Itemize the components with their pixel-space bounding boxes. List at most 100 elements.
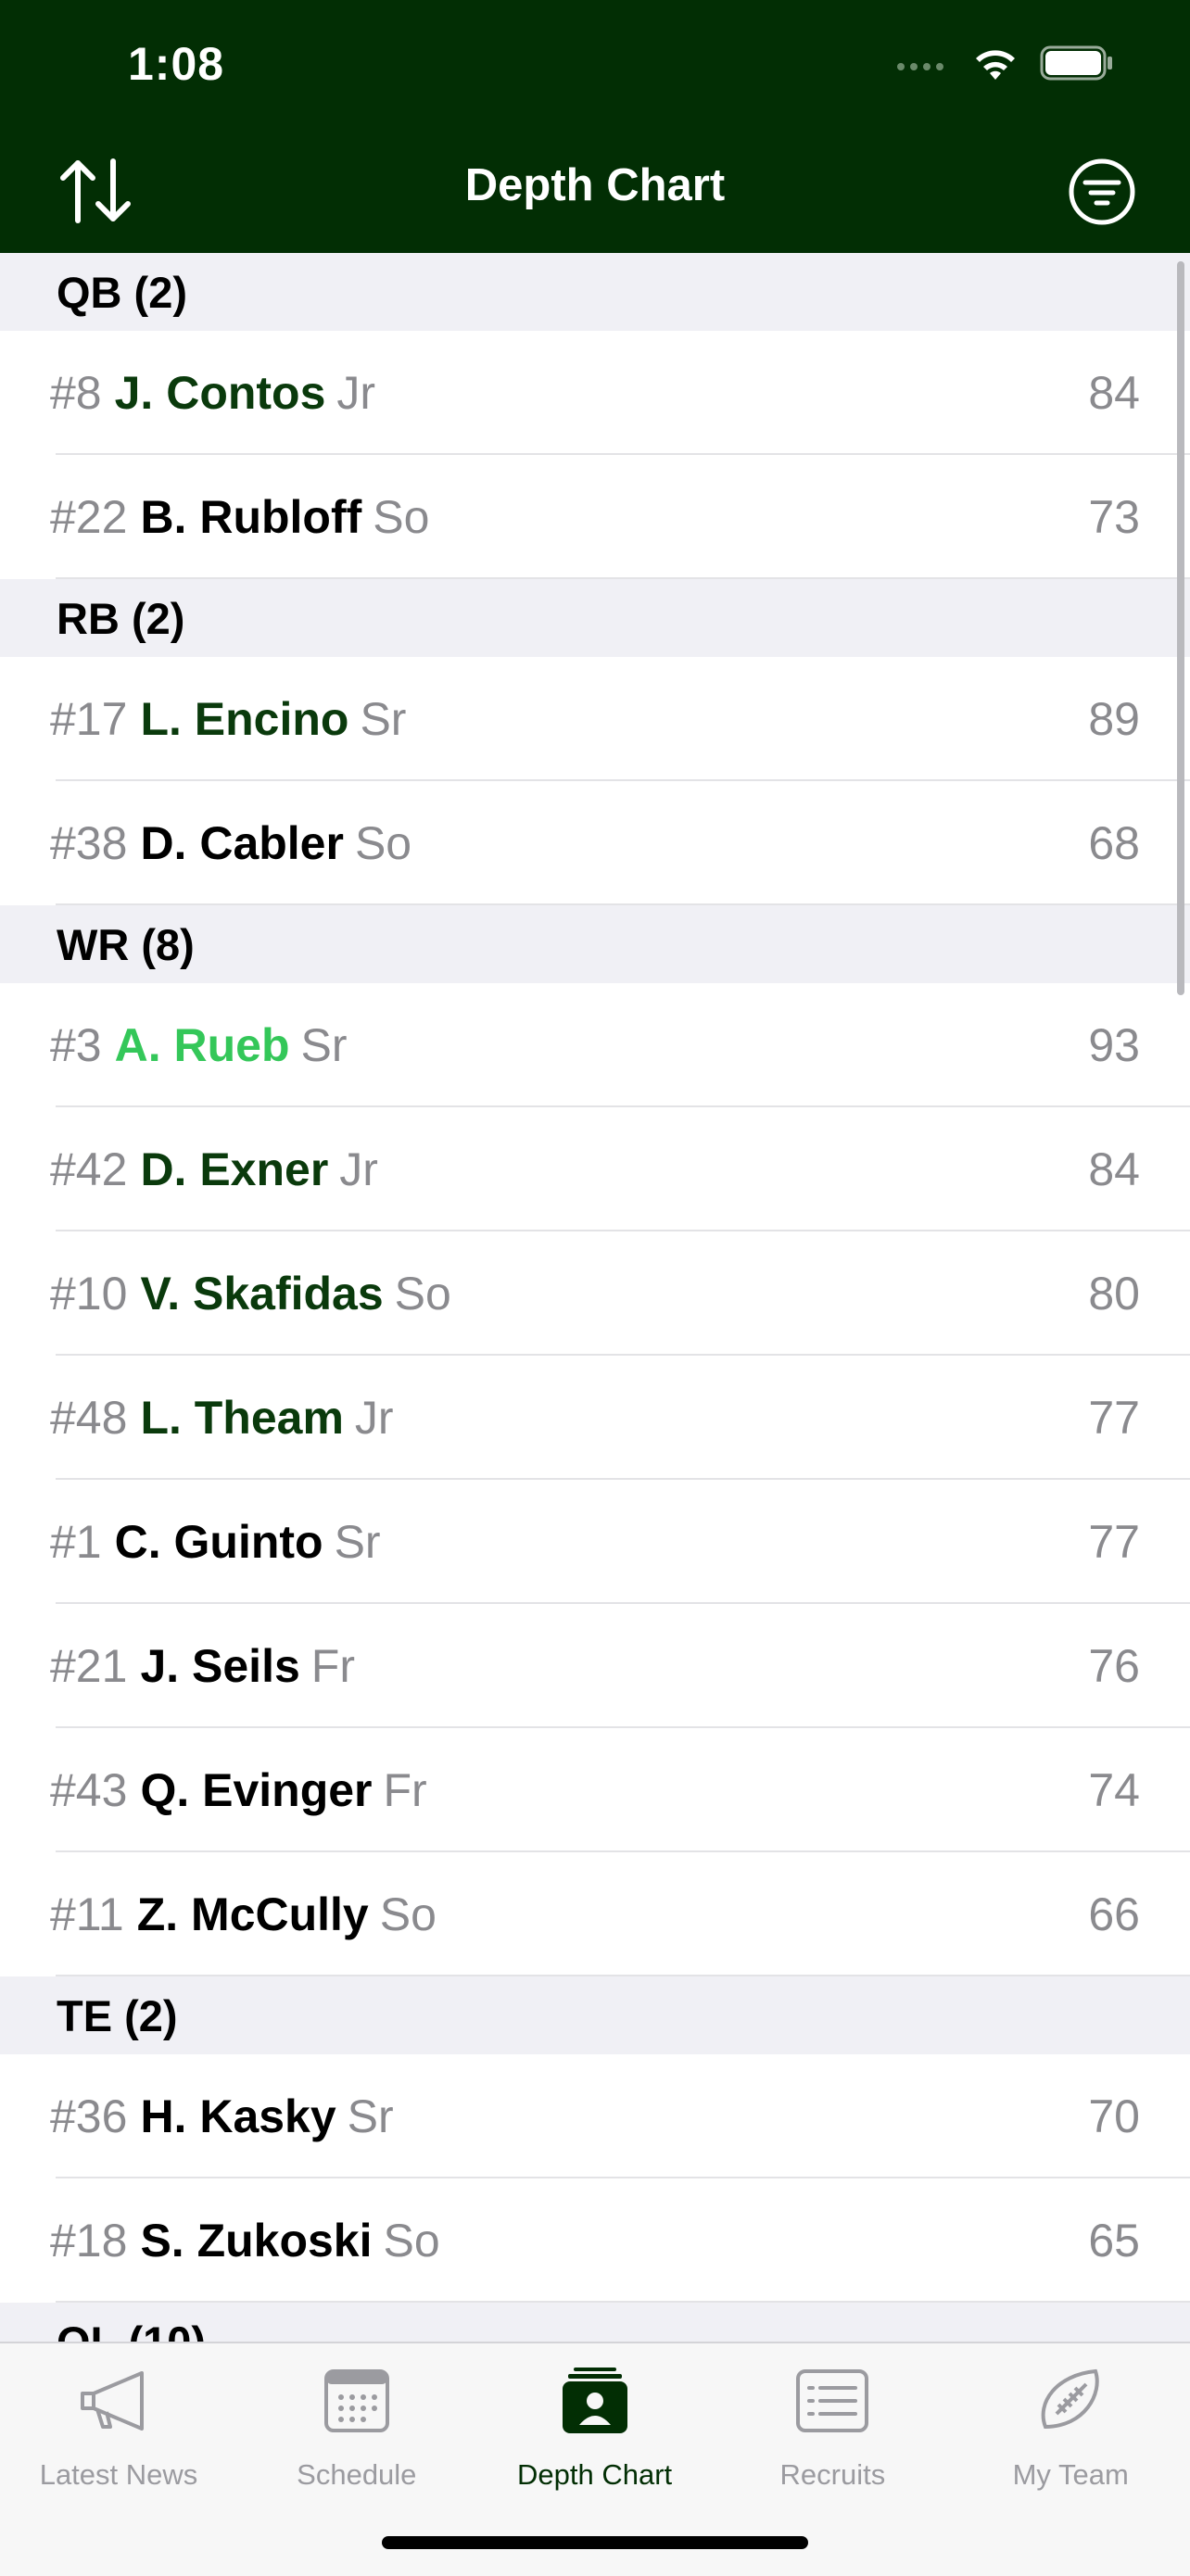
player-class: So [354,817,412,869]
player-number: #10 [50,1268,128,1320]
tab-label: Depth Chart [517,2458,673,2491]
player-row[interactable]: #43 Q. Evinger Fr 74 [0,1728,1190,1852]
section-header: QB (2) [0,253,1190,331]
row-divider [56,903,1190,905]
row-divider [56,577,1190,579]
player-number: #18 [50,2215,128,2267]
list-icon [791,2366,874,2436]
player-rating: 77 [1088,1392,1140,1444]
player-row[interactable]: #3 A. Rueb Sr 93 [0,983,1190,1107]
player-name: S. Zukoski [140,2215,373,2267]
player-number: #38 [50,817,128,869]
player-row[interactable]: #17 L. Encino Sr 89 [0,657,1190,781]
tab-latest-news[interactable]: Latest News [0,2343,237,2501]
player-rating: 68 [1088,817,1140,869]
player-name: D. Cabler [140,817,344,869]
player-name: A. Rueb [114,1019,290,1071]
player-rating: 70 [1088,2090,1140,2142]
player-name: B. Rubloff [140,491,362,543]
tab-label: Recruits [779,2458,886,2491]
section-header: WR (8) [0,905,1190,983]
player-row[interactable]: #10 V. Skafidas So 80 [0,1231,1190,1356]
player-rating: 66 [1088,1888,1140,1940]
tab-label: Schedule [297,2458,417,2491]
player-rating: 84 [1088,367,1140,419]
app-header: 1:08 Depth Chart [0,0,1190,253]
player-name: H. Kasky [140,2090,336,2142]
player-row[interactable]: #42 D. Exner Jr 84 [0,1107,1190,1231]
player-name: C. Guinto [114,1516,323,1568]
player-number: #36 [50,2090,128,2142]
player-row[interactable]: #48 L. Theam Jr 77 [0,1356,1190,1480]
player-row[interactable]: #8 J. Contos Jr 84 [0,331,1190,455]
player-rating: 76 [1088,1640,1140,1692]
player-row[interactable]: #18 S. Zukoski So 65 [0,2178,1190,2303]
player-class: Jr [354,1392,394,1444]
player-class: Sr [300,1019,348,1071]
tab-schedule[interactable]: Schedule [238,2343,475,2501]
cellular-signal-icon [897,63,943,70]
player-number: #43 [50,1764,128,1816]
player-row[interactable]: #21 J. Seils Fr 76 [0,1604,1190,1728]
player-number: #42 [50,1143,128,1195]
player-number: #17 [50,693,128,745]
tab-label: My Team [1012,2458,1129,2491]
player-row[interactable]: #11 Z. McCully So 66 [0,1852,1190,1976]
filter-circle-icon[interactable] [1068,158,1136,226]
player-name: J. Seils [140,1640,300,1692]
football-icon [1029,2366,1112,2436]
player-class: Sr [334,1516,381,1568]
row-divider [56,2301,1190,2303]
home-indicator [382,2536,808,2549]
player-rating: 77 [1088,1516,1140,1568]
player-class: Jr [339,1143,378,1195]
tab-my-team[interactable]: My Team [952,2343,1189,2501]
depth-chart-list[interactable]: QB (2) #8 J. Contos Jr 84 #22 B. Rubloff So 73 RB… [0,253,1190,2342]
section-header: TE (2) [0,1976,1190,2054]
player-row[interactable]: #36 H. Kasky Sr 70 [0,2054,1190,2178]
player-number: #48 [50,1392,128,1444]
row-divider [56,1975,1190,1976]
player-class: So [373,491,430,543]
tab-label: Latest News [39,2458,198,2491]
player-row[interactable]: #38 D. Cabler So 68 [0,781,1190,905]
scrollbar[interactable] [1177,261,1184,995]
player-class: Fr [310,1640,355,1692]
player-class: Sr [347,2090,394,2142]
player-name: D. Exner [140,1143,329,1195]
player-class: Sr [360,693,407,745]
player-name: L. Theam [140,1392,344,1444]
megaphone-icon [77,2366,160,2436]
player-name: J. Contos [114,367,326,419]
status-time: 1:08 [128,38,225,90]
player-class: Fr [383,1764,427,1816]
player-row[interactable]: #1 C. Guinto Sr 77 [0,1480,1190,1604]
player-number: #22 [50,491,128,543]
tab-depth-chart[interactable]: Depth Chart [476,2343,714,2501]
player-name: Z. McCully [136,1888,369,1940]
player-rating: 89 [1088,693,1140,745]
player-class: So [379,1888,437,1940]
calendar-icon [315,2366,399,2436]
player-number: #8 [50,367,102,419]
player-rating: 65 [1088,2215,1140,2267]
section-header: OL (10) [0,2303,1190,2342]
player-name: L. Encino [140,693,349,745]
section-header: RB (2) [0,579,1190,657]
player-number: #11 [50,1888,124,1940]
page-title: Depth Chart [464,160,726,210]
player-class: So [383,2215,440,2267]
player-number: #1 [50,1516,102,1568]
tab-recruits[interactable]: Recruits [714,2343,951,2501]
player-row[interactable]: #22 B. Rubloff So 73 [0,455,1190,579]
player-number: #21 [50,1640,128,1692]
player-rating: 93 [1088,1019,1140,1071]
battery-icon [1040,45,1112,81]
player-name: V. Skafidas [140,1268,384,1320]
wifi-icon [976,50,1015,80]
player-class: So [394,1268,451,1320]
player-class: Jr [336,367,376,419]
depth-chart-icon [553,2366,637,2436]
player-number: #3 [50,1019,102,1071]
player-rating: 74 [1088,1764,1140,1816]
